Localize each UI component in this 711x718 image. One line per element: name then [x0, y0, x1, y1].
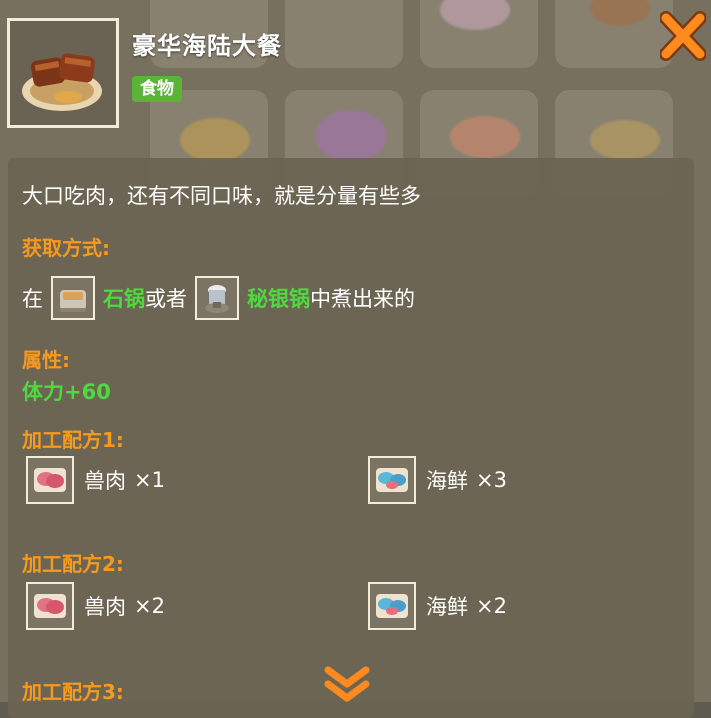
- source-suffix: 中煮出来的: [310, 287, 415, 311]
- ingredient-quantity: ×1: [134, 468, 165, 492]
- recipe-2-ingredient-meat[interactable]: 兽肉 ×2: [26, 582, 165, 630]
- ingredient-quantity: ×2: [476, 594, 507, 618]
- item-name: 豪华海陆大餐: [132, 32, 282, 60]
- close-button[interactable]: [659, 8, 707, 62]
- ingredient-quantity: ×3: [476, 468, 507, 492]
- recipe-1-ingredient-meat[interactable]: 兽肉 ×1: [26, 456, 165, 504]
- raw-meat-icon: [26, 582, 74, 630]
- mithril-pot-link[interactable]: 秘银锅: [247, 283, 310, 313]
- source-row: 在 石锅 或者 秘银锅 中煮出来的: [22, 276, 415, 320]
- seafood-icon: [368, 582, 416, 630]
- source-prefix: 在: [22, 287, 43, 311]
- close-icon: [659, 11, 707, 61]
- bg-food-icon: [315, 110, 387, 162]
- ingredient-name: 海鲜: [426, 595, 468, 619]
- ingredient-name: 兽肉: [84, 595, 126, 619]
- seafood-icon: [368, 456, 416, 504]
- ingredient-name: 兽肉: [84, 469, 126, 493]
- recipe-2-label: 加工配方2:: [22, 552, 124, 576]
- bg-food-icon: [590, 120, 660, 160]
- bg-food-icon: [450, 116, 520, 158]
- inventory-slot: [285, 0, 403, 68]
- scroll-down-button[interactable]: [322, 664, 372, 702]
- item-thumbnail: [7, 18, 119, 128]
- recipe-2-ingredient-seafood[interactable]: 海鲜 ×2: [368, 582, 507, 630]
- ingredient-quantity: ×2: [134, 594, 165, 618]
- item-category-badge: 食物: [132, 76, 182, 102]
- stone-pot-icon[interactable]: [51, 276, 95, 320]
- meat-platter-icon: [22, 53, 102, 111]
- mithril-pot-icon[interactable]: [195, 276, 239, 320]
- recipe-1-label: 加工配方1:: [22, 428, 124, 452]
- stone-pot-link[interactable]: 石锅: [103, 283, 145, 313]
- ingredient-name: 海鲜: [426, 469, 468, 493]
- double-chevron-down-icon: [324, 666, 370, 702]
- raw-meat-icon: [26, 456, 74, 504]
- bg-food-icon: [180, 118, 250, 162]
- recipe-3-label: 加工配方3:: [22, 680, 124, 704]
- stamina-stat: 体力+60: [22, 380, 111, 404]
- attributes-section-label: 属性:: [22, 348, 70, 372]
- source-connector: 或者: [145, 287, 187, 311]
- recipe-1-ingredient-seafood[interactable]: 海鲜 ×3: [368, 456, 507, 504]
- item-description: 大口吃肉，还有不同口味，就是分量有些多: [22, 184, 421, 208]
- source-section-label: 获取方式:: [22, 236, 110, 260]
